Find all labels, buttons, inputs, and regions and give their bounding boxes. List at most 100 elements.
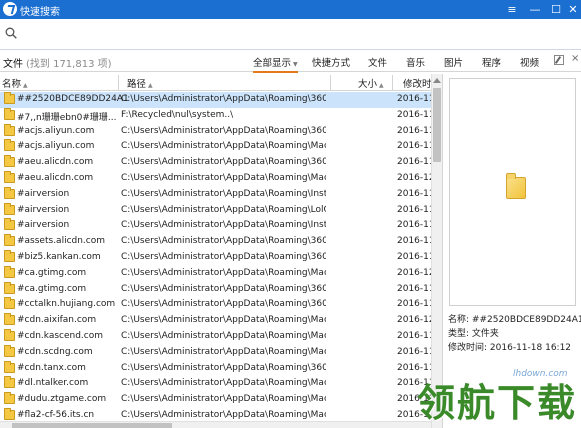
close-button[interactable]: ✕ <box>562 0 581 19</box>
file-row[interactable]: #cdn.aixifan.com C:\Users\Administrator\A… <box>0 313 431 329</box>
file-name: #dl.ntalker.com <box>17 378 89 389</box>
file-name: #dudu.ztgame.com <box>17 394 107 405</box>
horizontal-scrollbar[interactable] <box>0 421 431 428</box>
tab-shortcuts[interactable]: 快捷方式 <box>312 55 350 69</box>
sort-icon: ▲ <box>379 82 384 89</box>
tab-videos[interactable]: 视频 <box>520 55 539 69</box>
file-name: #airversion <box>17 204 70 215</box>
folder-icon <box>4 392 15 405</box>
file-modified: 2016-11 <box>397 346 431 357</box>
tab-pictures[interactable]: 图片 <box>444 55 463 69</box>
file-list: ##2520BDCE89DD24A1 C:\Users\Administrator… <box>0 92 431 423</box>
column-path[interactable]: 路径 ▲ <box>127 76 153 90</box>
folder-icon <box>4 123 15 136</box>
file-row[interactable]: #ca.gtimg.com C:\Users\Administrator\AppD… <box>0 265 431 282</box>
column-name[interactable]: 名称 ▲ <box>2 76 28 90</box>
file-row[interactable]: #airversion C:\Users\Administrator\AppDat… <box>0 218 431 234</box>
menu-button[interactable]: ≡ <box>501 0 523 19</box>
file-path: C:\Users\Administrator\AppData\Roaming\3… <box>121 362 326 373</box>
file-path: C:\Users\Administrator\AppData\Roaming\I… <box>121 188 326 199</box>
tab-music[interactable]: 音乐 <box>406 55 425 69</box>
file-modified: 2016-11 <box>397 94 431 104</box>
folder-icon <box>4 344 15 357</box>
watermark: 领航下载 lhdown.com <box>413 362 581 428</box>
scrollbar-thumb[interactable] <box>433 88 441 162</box>
file-row[interactable]: #biz5.kankan.com C:\Users\Administrator\A… <box>0 250 431 266</box>
file-row[interactable]: #airversion C:\Users\Administrator\AppDat… <box>0 202 431 219</box>
file-path: C:\Users\Administrator\AppData\Roaming\3… <box>121 252 326 262</box>
file-name: #acjs.aliyun.com <box>17 125 95 136</box>
file-name: #ca.gtimg.com <box>17 283 87 294</box>
scroll-up-icon[interactable] <box>433 78 441 83</box>
file-row[interactable]: #acjs.aliyun.com C:\Users\Administrator\A… <box>0 123 431 140</box>
folder-icon <box>4 329 15 341</box>
file-row[interactable]: #7,,n珊珊ebn0#珊珊... F:\Recycled\nul\system.… <box>0 107 431 124</box>
result-label: 文件 <box>3 59 23 70</box>
file-row[interactable]: #airversion C:\Users\Administrator\AppDat… <box>0 186 431 203</box>
folder-icon <box>4 250 15 262</box>
column-name-label: 名称 <box>2 79 22 90</box>
file-row[interactable]: #assets.alicdn.com C:\Users\Administrator… <box>0 234 431 250</box>
column-divider[interactable] <box>392 75 393 90</box>
file-modified: 2016-11 <box>397 252 431 262</box>
file-row[interactable]: #dudu.ztgame.com C:\Users\Administrator\A… <box>0 392 431 408</box>
file-row[interactable]: #aeu.alicdn.com C:\Users\Administrator\Ap… <box>0 171 431 187</box>
file-modified: 2016-11 <box>397 188 431 199</box>
file-modified: 2016-11 <box>397 220 431 231</box>
file-name: #fla2-cf-56.its.cn <box>17 410 95 420</box>
preview-type-label: 类型: <box>448 329 470 339</box>
file-row[interactable]: #ca.gtimg.com C:\Users\Administrator\AppD… <box>0 281 431 298</box>
folder-icon <box>4 107 15 120</box>
folder-icon <box>4 234 15 247</box>
file-path: C:\Users\Administrator\AppData\Roaming\M… <box>121 394 326 405</box>
search-input[interactable] <box>22 23 577 45</box>
close-filter-button[interactable]: × <box>571 53 579 64</box>
tab-files[interactable]: 文件 <box>368 55 387 69</box>
column-divider[interactable] <box>330 75 331 90</box>
file-row[interactable]: #cdn.scdng.com C:\Users\Administrator\App… <box>0 344 431 361</box>
file-modified: 2016-11 <box>397 236 431 247</box>
tab-programs[interactable]: 程序 <box>482 55 501 69</box>
file-modified: 2016-11 <box>397 109 431 120</box>
file-name: #airversion <box>17 188 70 199</box>
tab-show-all[interactable]: 全部显示 ▼ <box>253 55 298 73</box>
file-row[interactable]: #aeu.alicdn.com C:\Users\Administrator\Ap… <box>0 155 431 171</box>
minimize-button[interactable]: — <box>524 0 546 19</box>
folder-icon <box>4 186 15 199</box>
column-divider[interactable] <box>118 75 119 90</box>
file-row[interactable]: ##2520BDCE89DD24A1 C:\Users\Administrator… <box>0 92 431 108</box>
column-size[interactable]: 大小 ▲ <box>358 76 384 90</box>
file-modified: 2016-12 <box>397 315 431 326</box>
search-bar <box>0 19 581 50</box>
file-row[interactable]: #dl.ntalker.com C:\Users\Administrator\Ap… <box>0 376 431 392</box>
watermark-url: lhdown.com <box>513 369 568 379</box>
column-header: 名称 ▲ 路径 ▲ 大小 ▲ 修改时 <box>0 74 442 91</box>
file-name: #acjs.aliyun.com <box>17 141 95 152</box>
file-name: #biz5.kankan.com <box>17 252 101 262</box>
folder-icon <box>4 139 15 152</box>
column-size-label: 大小 <box>358 79 378 90</box>
file-path: C:\Users\Administrator\AppData\Roaming\M… <box>121 410 326 420</box>
preview-name: 名称: ##2520BDCE89DD24A1 <box>448 312 581 325</box>
file-path: C:\Users\Administrator\AppData\Roaming\M… <box>121 141 326 152</box>
sort-icon: ▲ <box>148 82 153 89</box>
column-modified[interactable]: 修改时 <box>403 76 432 90</box>
file-path: C:\Users\Administrator\AppData\Roaming\3… <box>121 125 326 136</box>
file-modified: 2016-11 <box>397 157 431 168</box>
file-name: #aeu.alicdn.com <box>17 157 94 168</box>
file-modified: 2016-12 <box>397 267 431 278</box>
edit-icon[interactable] <box>554 55 564 65</box>
file-path: C:\Users\Administrator\AppData\Roaming\3… <box>121 236 326 247</box>
search-icon <box>5 27 17 39</box>
result-count-text: (找到 171,813 项) <box>26 59 112 70</box>
file-name: #ca.gtimg.com <box>17 267 87 278</box>
file-path: C:\Users\Administrator\AppData\Roaming\M… <box>121 346 326 357</box>
file-row[interactable]: #acjs.aliyun.com C:\Users\Administrator\A… <box>0 139 431 155</box>
file-row[interactable]: #cctalkn.hujiang.com C:\Users\Administrat… <box>0 297 431 313</box>
file-path: C:\Users\Administrator\AppData\Roaming\M… <box>121 315 326 326</box>
folder-icon <box>4 92 15 104</box>
file-row[interactable]: #cdn.tanx.com C:\Users\Administrator\AppD… <box>0 360 431 377</box>
preview-modified-value: 2016-11-18 16:12 <box>489 343 572 353</box>
scrollbar-thumb[interactable] <box>12 423 172 428</box>
file-row[interactable]: #cdn.kascend.com C:\Users\Administrator\A… <box>0 329 431 345</box>
